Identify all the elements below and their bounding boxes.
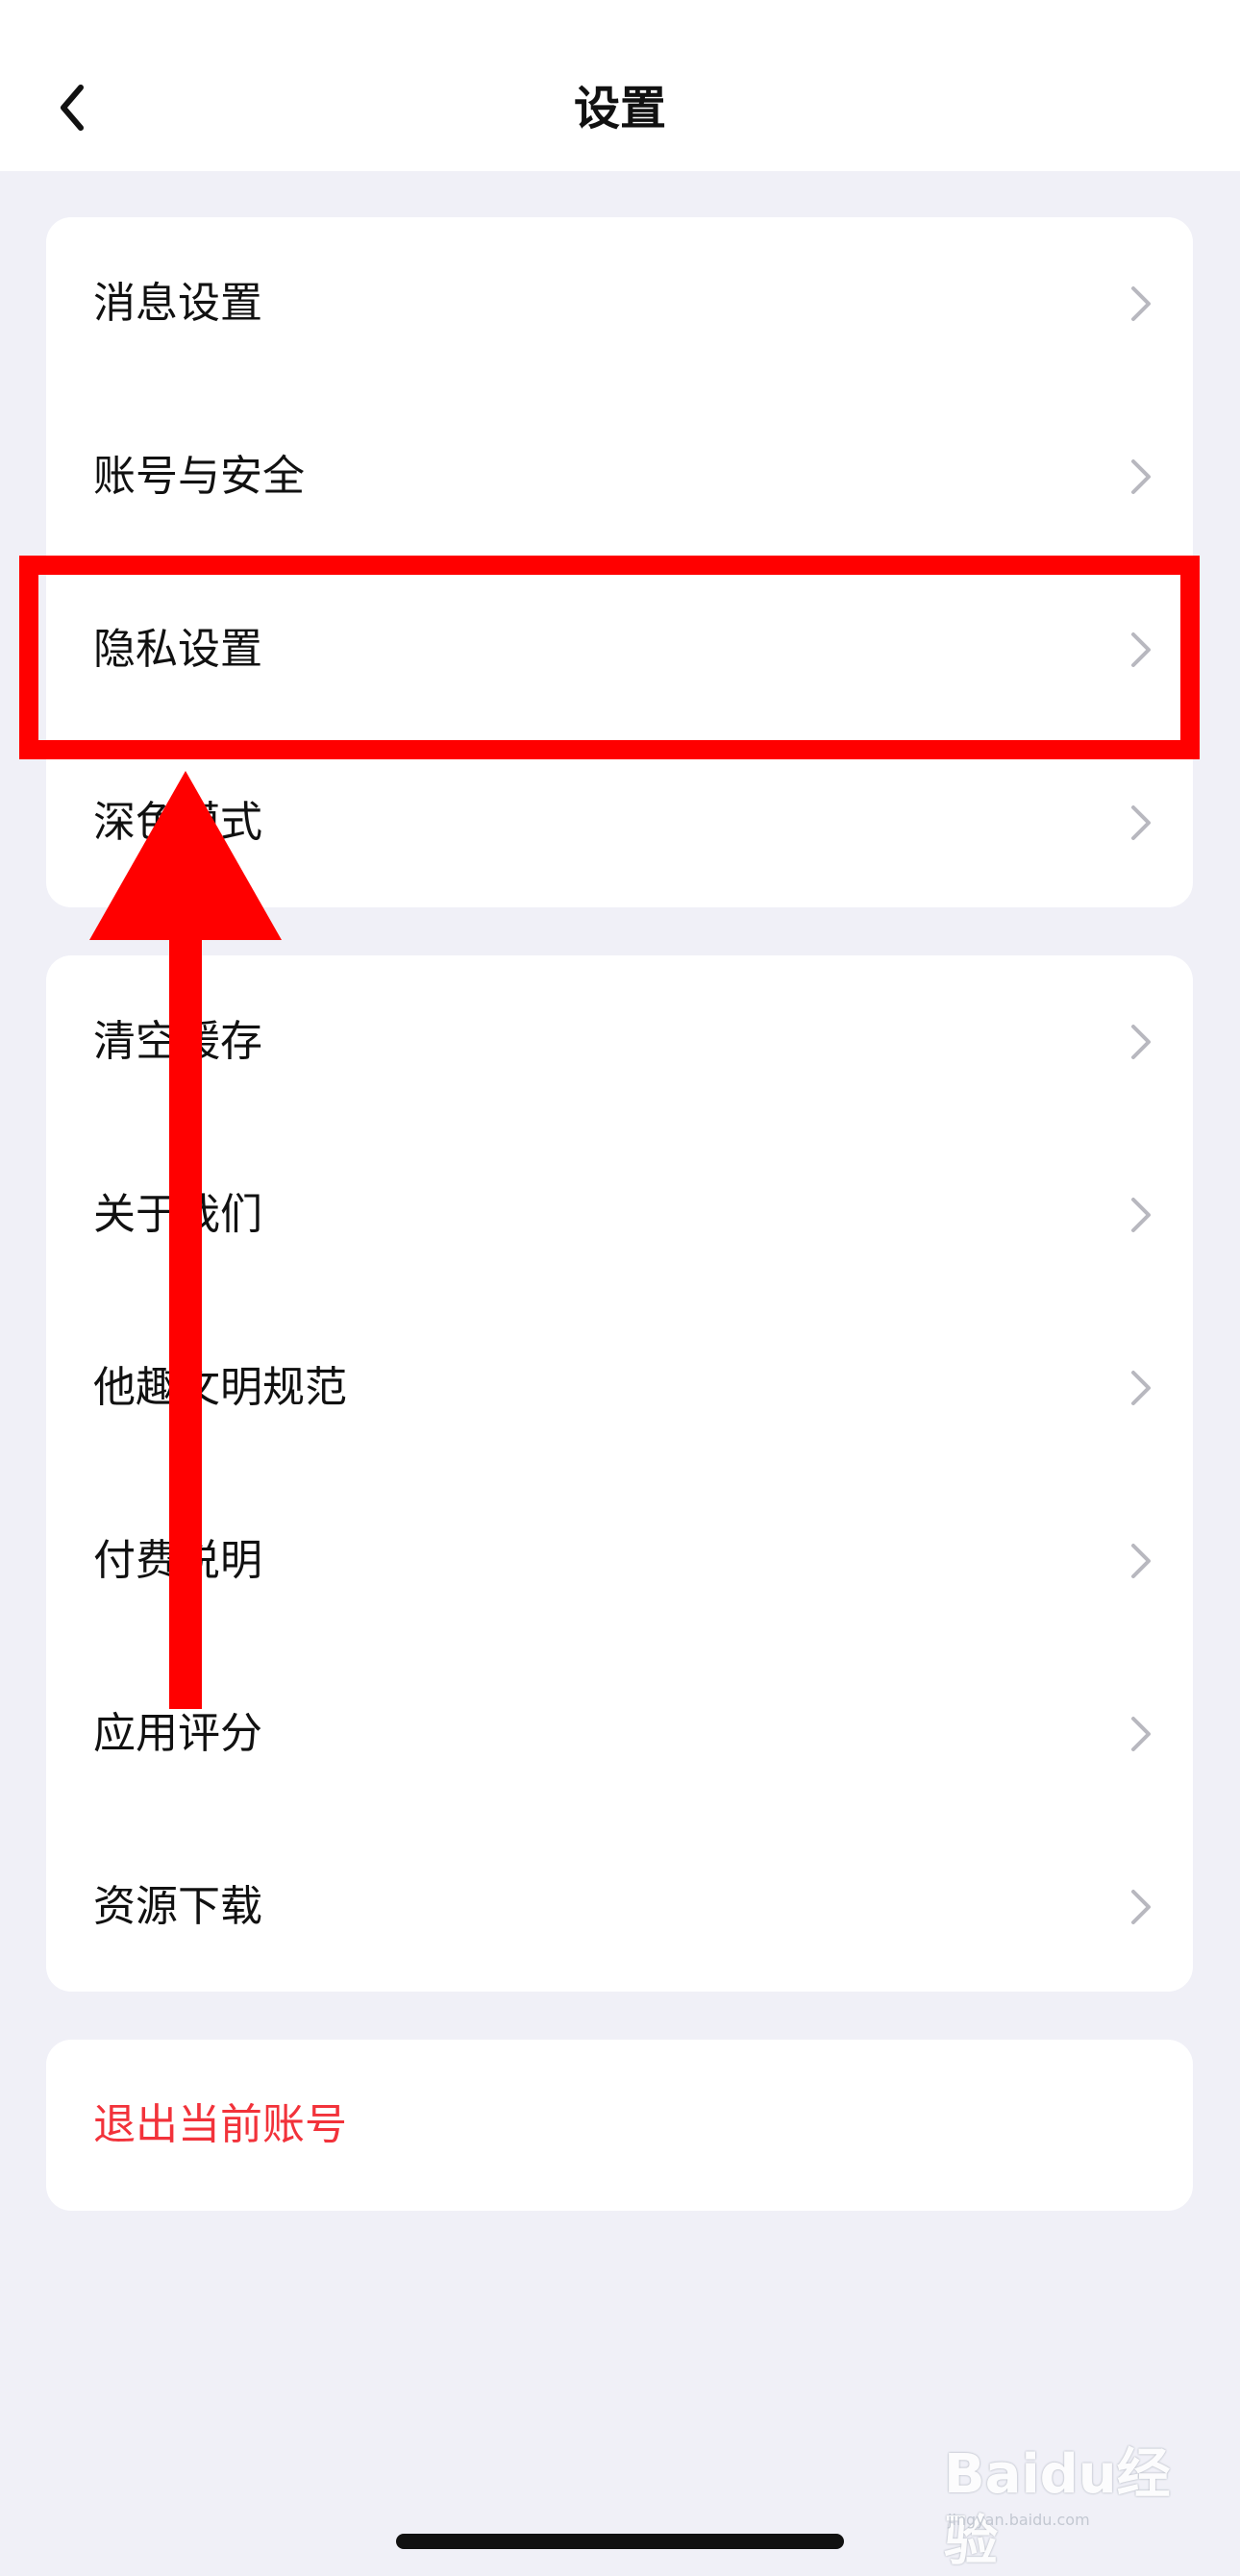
settings-item-message[interactable]: 消息设置: [46, 217, 1193, 390]
settings-item-resource-download[interactable]: 资源下载: [46, 1821, 1193, 1992]
settings-item-rate-app[interactable]: 应用评分: [46, 1647, 1193, 1821]
chevron-right-icon: [1131, 1371, 1151, 1405]
settings-item-label: 关于我们: [93, 1190, 262, 1239]
settings-item-label: 资源下载: [93, 1882, 262, 1931]
settings-group-1: 消息设置 账号与安全 隐私设置 深色模式: [46, 217, 1193, 907]
chevron-right-icon: [1131, 286, 1151, 321]
chevron-right-icon: [1131, 805, 1151, 840]
chevron-right-icon: [1131, 459, 1151, 494]
settings-item-about-us[interactable]: 关于我们: [46, 1128, 1193, 1301]
settings-item-account-security[interactable]: 账号与安全: [46, 390, 1193, 563]
settings-item-label: 账号与安全: [93, 452, 305, 501]
baidu-watermark-url: jingyan.baidu.com: [948, 2511, 1090, 2529]
settings-item-label: 消息设置: [93, 279, 262, 328]
header-bar: 设置: [0, 0, 1240, 171]
settings-item-label: 应用评分: [93, 1709, 262, 1758]
settings-item-label: 隐私设置: [93, 625, 262, 674]
page-title: 设置: [573, 82, 666, 136]
chevron-right-icon: [1131, 1717, 1151, 1751]
settings-item-label: 深色模式: [93, 798, 262, 847]
logout-button[interactable]: 退出当前账号: [46, 2040, 1193, 2211]
chevron-right-icon: [1131, 1890, 1151, 1924]
settings-item-payment-info[interactable]: 付费说明: [46, 1474, 1193, 1647]
settings-item-label: 清空缓存: [93, 1017, 262, 1066]
chevron-right-icon: [1131, 632, 1151, 667]
settings-item-label: 付费说明: [93, 1536, 262, 1585]
chevron-right-icon: [1131, 1544, 1151, 1578]
settings-item-dark-mode[interactable]: 深色模式: [46, 736, 1193, 907]
chevron-right-icon: [1131, 1025, 1151, 1059]
settings-item-privacy[interactable]: 隐私设置: [46, 563, 1193, 736]
settings-group-2: 清空缓存 关于我们 他趣文明规范 付费说明 应用评分 资源下载: [46, 955, 1193, 1992]
settings-item-label: 他趣文明规范: [93, 1363, 347, 1412]
logout-label: 退出当前账号: [93, 2100, 347, 2149]
chevron-right-icon: [1131, 1198, 1151, 1232]
home-indicator[interactable]: [396, 2534, 844, 2549]
settings-item-clear-cache[interactable]: 清空缓存: [46, 955, 1193, 1128]
logout-card: 退出当前账号: [46, 2040, 1193, 2211]
settings-item-community-rules[interactable]: 他趣文明规范: [46, 1301, 1193, 1474]
